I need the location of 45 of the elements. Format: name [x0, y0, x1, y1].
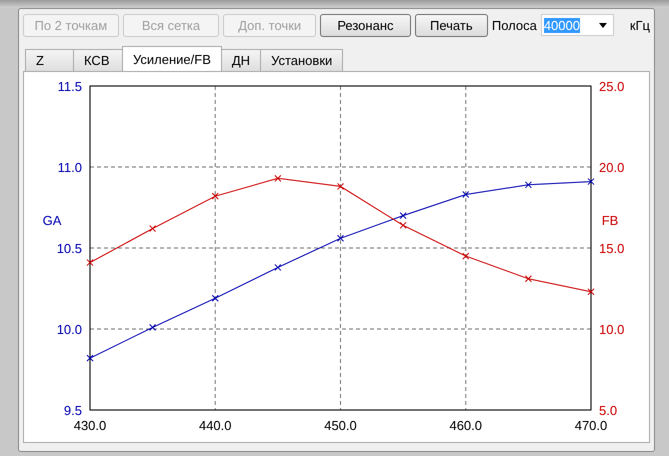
- data-point-marker: [274, 174, 282, 182]
- data-point-marker: [400, 222, 407, 229]
- tab[interactable]: КСВ: [73, 49, 123, 71]
- x-tick-label: 450.0: [324, 418, 357, 433]
- y-axis-label: FB: [602, 213, 618, 228]
- data-point-marker: [400, 212, 407, 220]
- data-point-marker: [86, 259, 94, 266]
- caret-icon: [598, 22, 607, 28]
- data-point-marker: [274, 264, 282, 271]
- data-point-marker: [588, 178, 594, 186]
- data-point-marker: [524, 275, 532, 282]
- x-tick-label: 470.0: [574, 418, 608, 433]
- x-tick-label: 430.0: [74, 418, 106, 433]
- data-point-marker: [212, 192, 219, 200]
- toolbar-button[interactable]: Резонанс: [320, 14, 411, 36]
- y-tick-label: 5.0: [599, 403, 618, 418]
- data-point-marker: [462, 252, 470, 260]
- tab[interactable]: Установки: [260, 49, 344, 71]
- data-point-marker: [149, 225, 156, 232]
- x-tick-label: 460.0: [449, 418, 482, 433]
- y-tick-label: 11.0: [58, 160, 82, 175]
- y-tick-label: 10.5: [56, 241, 82, 256]
- data-point-marker: [462, 191, 470, 198]
- y-tick-label: 10.0: [599, 322, 624, 337]
- unit-label: кГц: [630, 18, 650, 32]
- y-tick-label: 20.0: [599, 160, 624, 175]
- toolbar-button[interactable]: Печать: [414, 14, 488, 36]
- data-point-marker: [86, 354, 94, 362]
- data-point-marker: [588, 288, 594, 296]
- tab[interactable]: ДН: [220, 49, 262, 71]
- data-point-marker: [337, 234, 344, 242]
- band-label: Полоса: [492, 18, 537, 32]
- y-tick-label: 11.5: [58, 79, 82, 94]
- x-tick-label: 440.0: [198, 418, 232, 433]
- tab[interactable]: Усиление/FB: [122, 46, 222, 71]
- y-tick-label: 25.0: [599, 79, 624, 94]
- data-point-marker: [524, 181, 532, 188]
- data-point-marker: [337, 182, 344, 190]
- data-point-marker: [212, 294, 219, 302]
- y-tick-label: 15.0: [599, 241, 624, 256]
- data-point-marker: [149, 324, 156, 331]
- y-tick-label: 10.0: [56, 322, 82, 337]
- y-tick-label: 9.5: [64, 403, 82, 418]
- tab[interactable]: Z: [25, 49, 74, 71]
- y-axis-label: GA: [42, 213, 62, 228]
